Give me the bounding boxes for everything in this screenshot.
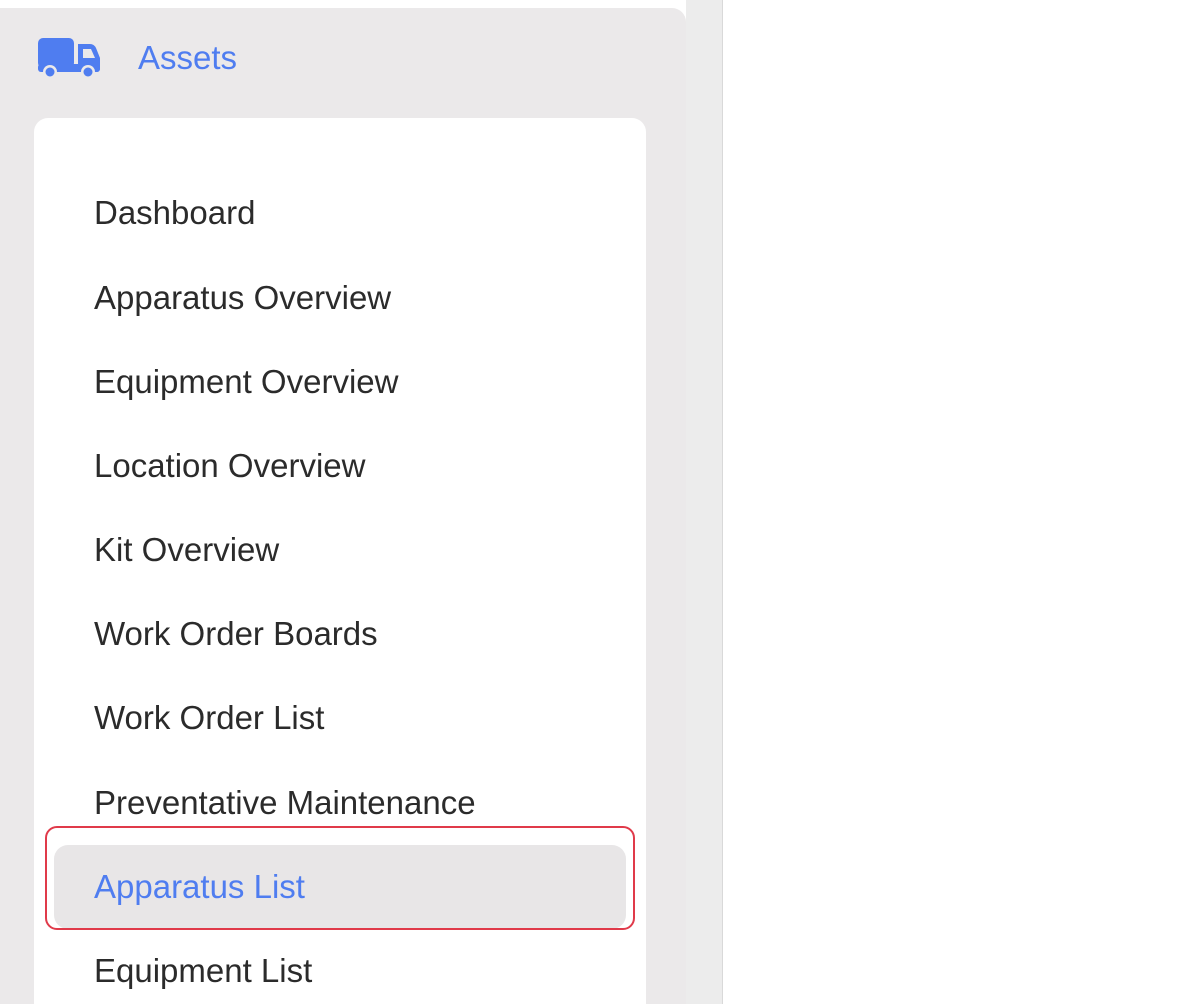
assets-nav-header[interactable]: Assets: [36, 28, 237, 88]
menu-item-preventative-maintenance[interactable]: Preventative Maintenance: [54, 761, 626, 845]
menu-item-dashboard[interactable]: Dashboard: [54, 171, 626, 255]
menu-item-apparatus-list[interactable]: Apparatus List: [54, 845, 626, 929]
page: Assets Dashboard Apparatus Overview Equi…: [0, 0, 1200, 1004]
truck-icon: [38, 38, 100, 79]
assets-sidebar: Assets Dashboard Apparatus Overview Equi…: [0, 8, 686, 1004]
menu-item-location-overview[interactable]: Location Overview: [54, 424, 626, 508]
menu-item-equipment-list[interactable]: Equipment List: [54, 929, 626, 1004]
menu-item-equipment-overview[interactable]: Equipment Overview: [54, 340, 626, 424]
menu-item-work-order-boards[interactable]: Work Order Boards: [54, 592, 626, 676]
menu-item-work-order-list[interactable]: Work Order List: [54, 676, 626, 760]
content-pane: [722, 0, 1200, 1004]
assets-menu: Dashboard Apparatus Overview Equipment O…: [34, 118, 646, 1004]
menu-item-apparatus-overview[interactable]: Apparatus Overview: [54, 256, 626, 340]
panel-divider: [686, 0, 722, 1004]
assets-title: Assets: [138, 39, 238, 76]
menu-item-kit-overview[interactable]: Kit Overview: [54, 508, 626, 592]
